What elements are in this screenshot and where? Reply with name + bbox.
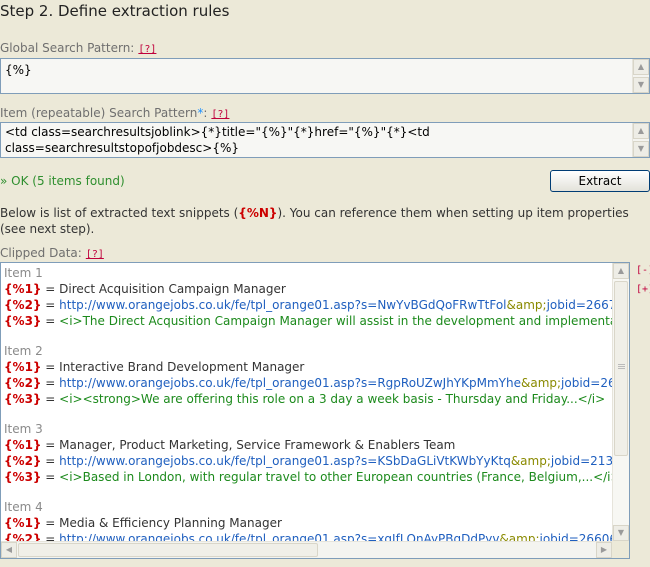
item-pattern-help-link[interactable]: [?]: [211, 109, 229, 120]
variable-tag: {%1}: [4, 438, 42, 452]
clipped-variable-row: {%1} = Interactive Brand Development Man…: [1, 359, 612, 375]
clipped-variable-row: {%2} = http://www.orangejobs.co.uk/fe/tp…: [1, 375, 612, 391]
item-pattern-input[interactable]: <td class=searchresultsjoblink>{*}title=…: [0, 122, 650, 158]
clipped-variable-row: {%1} = Manager, Product Marketing, Servi…: [1, 437, 612, 453]
variable-value: jobid=21372,4: [550, 454, 612, 468]
equals-sign: =: [41, 282, 60, 296]
equals-sign: =: [41, 314, 60, 328]
global-pattern-scrollbar[interactable]: ▲ ▼: [632, 59, 649, 93]
status-text: » OK (5 items found): [0, 174, 125, 188]
variable-tag: {%2}: [4, 454, 42, 468]
variable-value: &amp;: [506, 298, 547, 312]
description: Below is list of extracted text snippets…: [0, 205, 640, 237]
clipped-item-heading: Item 2: [4, 344, 43, 358]
variable-tag: {%3}: [4, 314, 42, 328]
scroll-right-icon[interactable]: ▶: [596, 542, 612, 558]
variable-value: jobid=26737: [561, 376, 612, 390]
clipped-variable-row: {%2} = http://www.orangejobs.co.uk/fe/tp…: [1, 453, 612, 469]
horizontal-scroll-thumb[interactable]: [18, 543, 318, 557]
variable-value: jobid=26606,545: [539, 532, 613, 541]
clipped-help-link[interactable]: [?]: [86, 249, 104, 260]
variable-tag: {%1}: [4, 282, 42, 296]
item-pattern-label-row: Item (repeatable) Search Pattern*: [?]: [0, 106, 229, 120]
clipped-data-list: Item 1 {%1} = Direct Acquisition Campaign…: [1, 263, 612, 541]
equals-sign: =: [41, 470, 60, 484]
variable-value: <i><strong>We are offering this role on …: [59, 392, 606, 406]
page-title: Step 2. Define extraction rules: [0, 2, 230, 20]
scroll-down-icon[interactable]: ▼: [633, 141, 649, 157]
global-pattern-input[interactable]: {%} ▲ ▼: [0, 58, 650, 94]
item-pattern-scrollbar[interactable]: ▲ ▼: [632, 123, 649, 157]
clipped-variable-row: {%1} = Media & Efficiency Planning Manag…: [1, 515, 612, 531]
equals-sign: =: [41, 392, 60, 406]
variable-tag: {%1}: [4, 360, 42, 374]
clipped-variable-row: {%3} = <i>Based in London, with regular …: [1, 469, 612, 485]
equals-sign: =: [41, 360, 60, 374]
variable-value: Manager, Product Marketing, Service Fram…: [59, 438, 456, 452]
scroll-left-icon[interactable]: ◀: [1, 542, 17, 558]
scroll-up-icon[interactable]: ▲: [633, 123, 649, 139]
clipped-data-label: Clipped Data:: [0, 246, 82, 260]
variable-tag: {%3}: [4, 470, 42, 484]
equals-sign: =: [41, 532, 60, 541]
variable-value: &amp;: [499, 532, 540, 541]
variable-value: Media & Efficiency Planning Manager: [59, 516, 282, 530]
clipped-item: Item 3 {%1} = Manager, Product Marketing,…: [1, 407, 612, 485]
variable-value: http://www.orangejobs.co.uk/fe/tpl_orang…: [59, 532, 500, 541]
clipped-item-heading: Item 1: [4, 266, 43, 280]
variable-tag: {%2}: [4, 376, 42, 390]
variable-value: <i>Based in London, with regular travel …: [59, 470, 612, 484]
variable-tag: {%1}: [4, 516, 42, 530]
variable-value: http://www.orangejobs.co.uk/fe/tpl_orang…: [59, 298, 507, 312]
clipped-horizontal-scrollbar[interactable]: ◀ ▶: [1, 541, 612, 558]
vertical-scroll-thumb[interactable]: [614, 281, 628, 456]
collapse-all-button[interactable]: [-]: [636, 265, 650, 276]
clipped-data-panel: Item 1 {%1} = Direct Acquisition Campaign…: [0, 262, 630, 559]
equals-sign: =: [41, 516, 60, 530]
clipped-item: Item 4 {%1} = Media & Efficiency Planning…: [1, 485, 612, 541]
equals-sign: =: [41, 298, 60, 312]
variable-value: &amp;: [520, 376, 562, 390]
clipped-vertical-scrollbar[interactable]: ▲ ▼: [612, 263, 629, 541]
clipped-variable-row: {%2} = http://www.orangejobs.co.uk/fe/tp…: [1, 297, 612, 313]
extract-button[interactable]: Extract: [550, 170, 650, 192]
global-pattern-label: Global Search Pattern:: [0, 41, 135, 55]
global-pattern-value: {%}: [5, 63, 32, 77]
clipped-variable-row: {%2} = http://www.orangejobs.co.uk/fe/tp…: [1, 531, 612, 541]
clipped-item-heading: Item 4: [4, 500, 43, 514]
description-var: {%N}: [238, 206, 278, 220]
variable-value: Interactive Brand Development Manager: [59, 360, 305, 374]
variable-value: Direct Acquisition Campaign Manager: [59, 282, 286, 296]
clipped-item: Item 2 {%1} = Interactive Brand Developme…: [1, 329, 612, 407]
variable-tag: {%3}: [4, 392, 42, 406]
clipped-label-row: Clipped Data: [?]: [0, 246, 104, 260]
global-pattern-label-row: Global Search Pattern: [?]: [0, 41, 156, 55]
equals-sign: =: [41, 376, 60, 390]
variable-value: http://www.orangejobs.co.uk/fe/tpl_orang…: [59, 454, 511, 468]
item-pattern-label: Item (repeatable) Search Pattern: [0, 106, 198, 120]
expand-all-button[interactable]: [+]: [636, 284, 650, 295]
variable-value: <i>The Direct Acqusition Campaign Manage…: [59, 314, 612, 328]
variable-tag: {%2}: [4, 532, 42, 541]
variable-tag: {%2}: [4, 298, 42, 312]
item-pattern-value: <td class=searchresultsjoblink>{*}title=…: [5, 125, 430, 155]
clipped-variable-row: {%3} = <i>The Direct Acqusition Campaign…: [1, 313, 612, 329]
equals-sign: =: [41, 454, 60, 468]
scroll-up-icon[interactable]: ▲: [633, 59, 649, 75]
variable-value: jobid=26675,3: [546, 298, 612, 312]
scroll-up-icon[interactable]: ▲: [613, 263, 629, 279]
description-before: Below is list of extracted text snippets…: [0, 206, 239, 220]
clipped-item: Item 1 {%1} = Direct Acquisition Campaign…: [1, 265, 612, 329]
scrollbar-corner: [612, 541, 629, 558]
scroll-down-icon[interactable]: ▼: [633, 77, 649, 93]
clipped-variable-row: {%3} = <i><strong>We are offering this r…: [1, 391, 612, 407]
item-pattern-colon: :: [203, 106, 208, 120]
scroll-down-icon[interactable]: ▼: [613, 525, 629, 541]
clipped-variable-row: {%1} = Direct Acquisition Campaign Manag…: [1, 281, 612, 297]
variable-value: &amp;: [510, 454, 551, 468]
clipped-item-heading: Item 3: [4, 422, 43, 436]
global-pattern-help-link[interactable]: [?]: [138, 44, 156, 55]
equals-sign: =: [41, 438, 60, 452]
variable-value: http://www.orangejobs.co.uk/fe/tpl_orang…: [59, 376, 521, 390]
